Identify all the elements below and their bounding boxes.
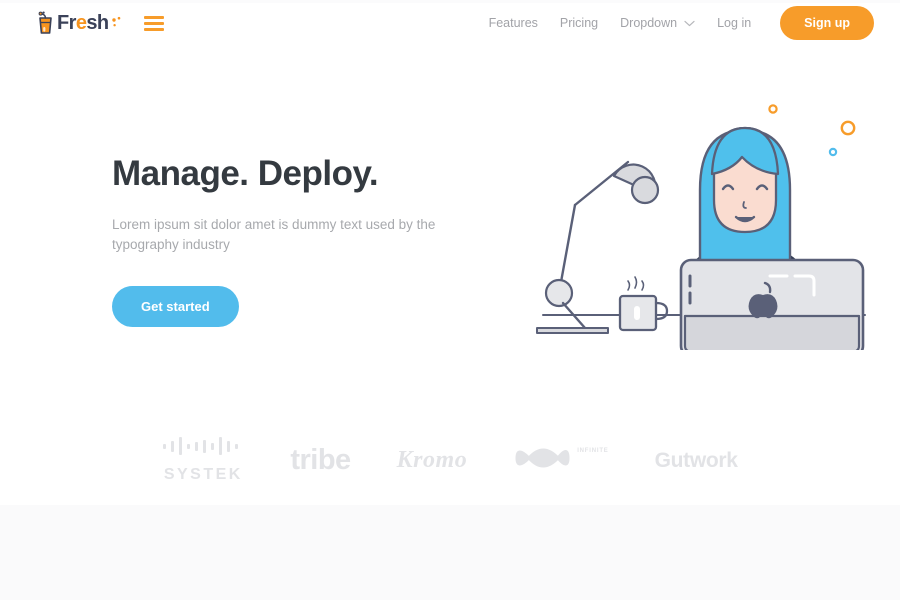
partner-logo-label: INFINITE bbox=[577, 447, 609, 454]
brand-logo[interactable]: Fr e sh bbox=[36, 11, 122, 35]
hero-title: Manage. Deploy. bbox=[112, 154, 379, 193]
hamburger-bar bbox=[144, 15, 165, 19]
hamburger-menu-icon[interactable] bbox=[144, 15, 165, 31]
nav-link-dropdown[interactable]: Dropdown bbox=[609, 10, 706, 36]
brand-name-part-1: Fr bbox=[57, 12, 76, 34]
hamburger-bar bbox=[144, 21, 165, 25]
partner-logo-gutwork: Gutwork bbox=[655, 450, 738, 471]
landing-page: Fr e sh Features Pricing Dropdown Log in… bbox=[0, 0, 900, 600]
brand-name-part-2: e bbox=[75, 12, 87, 34]
partner-logo-tribe: tribe bbox=[290, 443, 351, 476]
woman-at-laptop-illustration bbox=[515, 90, 885, 358]
partner-logo-label: tribe bbox=[290, 443, 351, 476]
nav-link-dropdown-label: Dropdown bbox=[620, 16, 678, 30]
bottom-band bbox=[0, 505, 900, 600]
nav-link-features[interactable]: Features bbox=[478, 10, 549, 36]
hero-section: Manage. Deploy. Lorem ipsum sit dolor am… bbox=[0, 60, 900, 390]
get-started-button[interactable]: Get started bbox=[112, 286, 239, 328]
partner-logo-infinite: INFINITE bbox=[513, 443, 608, 478]
navbar: Fr e sh Features Pricing Dropdown Log in… bbox=[0, 3, 900, 43]
nav-link-pricing[interactable]: Pricing bbox=[549, 10, 609, 36]
signup-button[interactable]: Sign up bbox=[780, 6, 874, 40]
juice-glass-icon bbox=[36, 11, 55, 35]
infinity-icon bbox=[513, 443, 575, 478]
waveform-bars-icon bbox=[162, 436, 244, 460]
partner-logo-label: Kromo bbox=[396, 447, 468, 473]
brand-name-part-3: sh bbox=[86, 12, 109, 34]
hamburger-bar bbox=[144, 27, 165, 31]
partner-logos-strip: SYSTEK tribe Kromo INFINITE Gutwork bbox=[0, 420, 900, 500]
hero-subtitle: Lorem ipsum sit dolor amet is dummy text… bbox=[112, 216, 436, 253]
partner-logo-kromo: Kromo bbox=[397, 448, 468, 472]
nav-links-group: Features Pricing Dropdown Log in Sign up bbox=[478, 6, 874, 40]
brand-block: Fr e sh bbox=[36, 11, 165, 35]
chevron-down-icon bbox=[684, 20, 695, 27]
partner-logo-label: SYSTEK bbox=[163, 465, 243, 483]
partner-logo-systek: SYSTEK bbox=[162, 436, 244, 484]
nav-link-login[interactable]: Log in bbox=[706, 10, 762, 36]
brand-dots-icon bbox=[110, 16, 122, 30]
brand-wordmark: Fr e sh bbox=[57, 12, 109, 34]
hero-copy: Manage. Deploy. Lorem ipsum sit dolor am… bbox=[112, 154, 472, 328]
partner-logo-label: Gutwork bbox=[654, 448, 738, 472]
